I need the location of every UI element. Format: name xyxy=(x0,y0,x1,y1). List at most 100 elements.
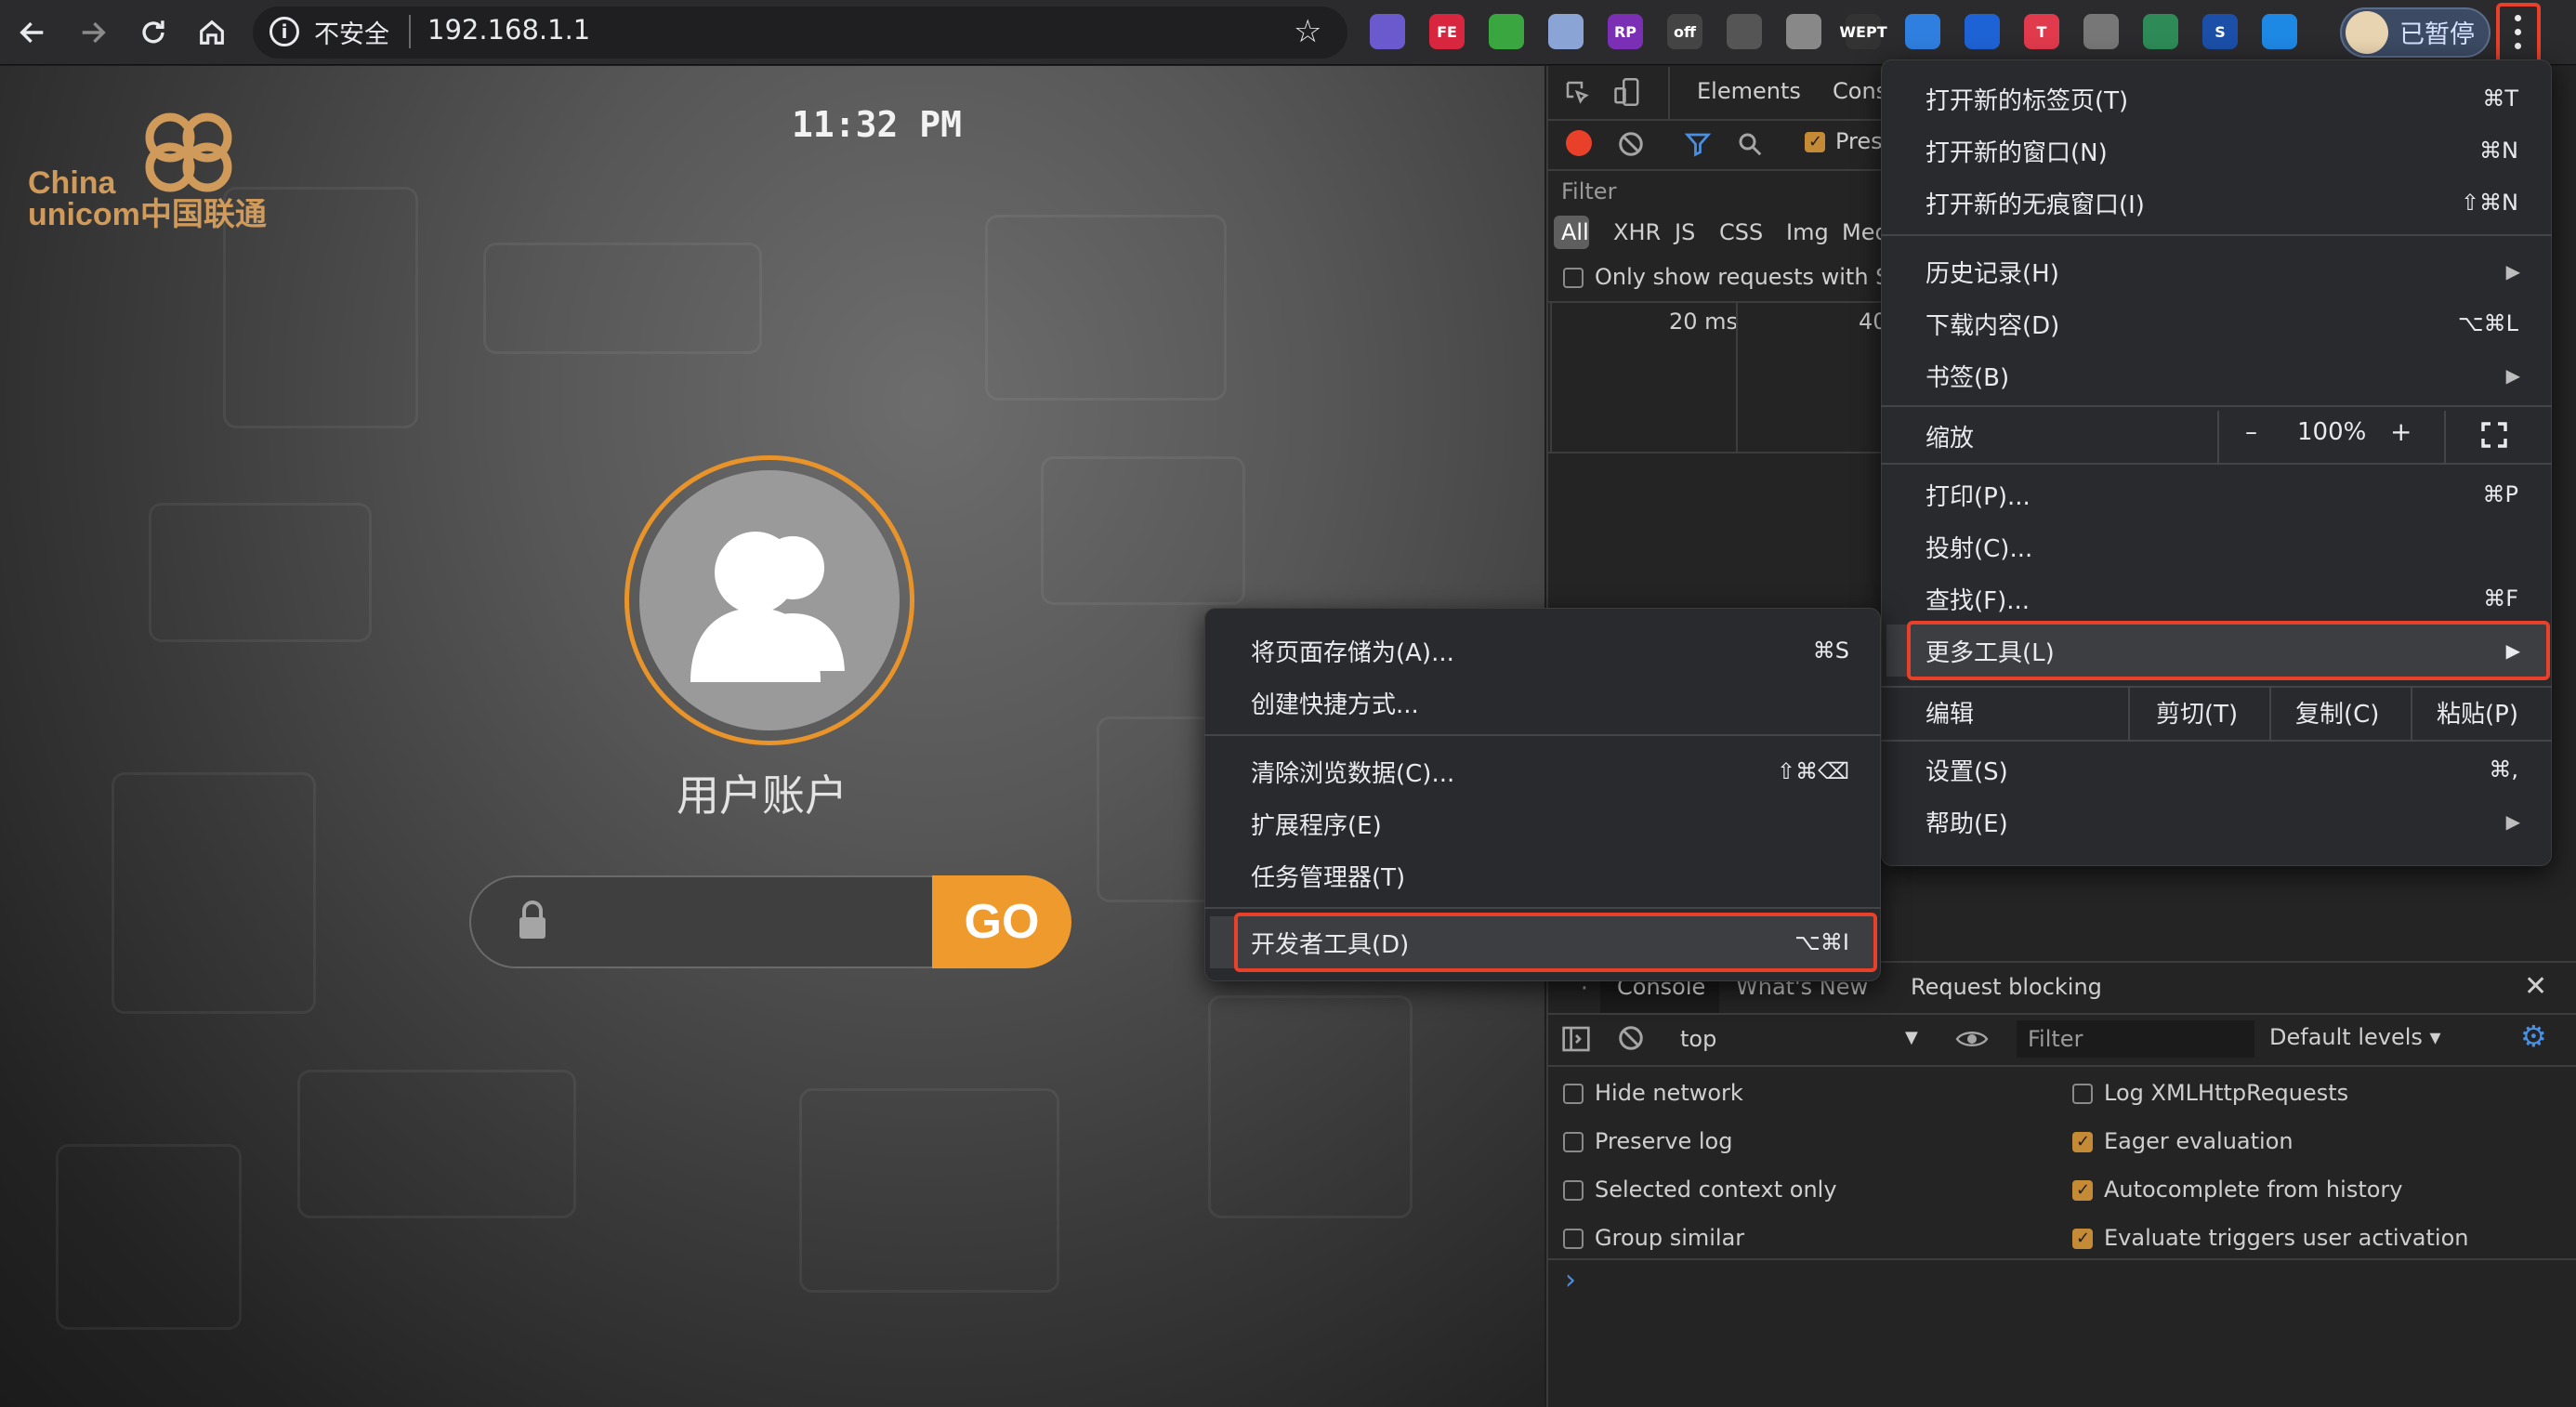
ext-leaf-icon[interactable] xyxy=(1489,14,1524,49)
cut-button[interactable]: 剪切(T) xyxy=(2156,695,2238,730)
submenu-item-clear-data[interactable]: 清除浏览数据(C)... ⇧⌘⌫ xyxy=(1204,747,1881,796)
ext-bulb-icon[interactable] xyxy=(2143,14,2178,49)
ext-disc-icon[interactable] xyxy=(1548,14,1584,49)
menu-item-print[interactable]: 打印(P)... ⌘P xyxy=(1881,470,2552,519)
home-button[interactable] xyxy=(189,9,235,56)
fullscreen-icon[interactable] xyxy=(2479,420,2509,450)
console-option-checkbox[interactable] xyxy=(2072,1084,2093,1104)
back-button[interactable] xyxy=(9,9,56,56)
console-option-label: Preserve log xyxy=(1595,1128,1733,1154)
ext-purple-icon[interactable] xyxy=(1370,14,1405,49)
zoom-in-button[interactable]: + xyxy=(2390,416,2412,447)
console-option-checkbox[interactable] xyxy=(1563,1132,1584,1152)
console-prompt[interactable]: › xyxy=(1565,1264,1576,1296)
zoom-out-button[interactable]: – xyxy=(2245,418,2257,446)
menu-item-history[interactable]: 历史记录(H) ▶ xyxy=(1881,247,2552,296)
reload-button[interactable] xyxy=(130,9,177,56)
console-option-checkbox[interactable] xyxy=(1563,1084,1584,1104)
console-option-checkbox[interactable] xyxy=(1563,1180,1584,1201)
menu-separator xyxy=(1204,734,1881,736)
submenu-item-task-manager[interactable]: 任务管理器(T) xyxy=(1204,851,1881,900)
network-filter-input[interactable]: Filter xyxy=(1561,178,1616,204)
menu-item-zoom: 缩放 xyxy=(1881,411,2552,461)
menu-item-bookmarks[interactable]: 书签(B) ▶ xyxy=(1881,351,2552,400)
device-toolbar-icon[interactable] xyxy=(1613,76,1641,108)
type-filter-xhr[interactable]: XHR xyxy=(1613,219,1661,245)
type-filter-all[interactable]: All xyxy=(1561,219,1589,245)
log-levels-dropdown[interactable]: Default levels ▾ xyxy=(2269,1024,2441,1050)
copy-button[interactable]: 复制(C) xyxy=(2295,695,2379,730)
menu-item-shortcut: ⌘N xyxy=(2479,138,2518,164)
logo-text-line1: China xyxy=(28,165,116,201)
clear-console-icon[interactable] xyxy=(1617,1024,1645,1052)
url-text[interactable]: 192.168.1.1 xyxy=(427,14,590,46)
ext-wept-icon[interactable]: WEPT xyxy=(1839,14,1887,49)
menu-item-help[interactable]: 帮助(E) ▶ xyxy=(1881,797,2552,846)
type-filter-css[interactable]: CSS xyxy=(1719,219,1763,245)
ext-pen-icon[interactable] xyxy=(2083,14,2119,49)
eye-icon[interactable] xyxy=(1955,1026,1989,1052)
address-bar[interactable] xyxy=(253,7,1347,59)
menu-item-new-window[interactable]: 打开新的窗口(N) ⌘N xyxy=(1881,126,2552,175)
go-button[interactable]: GO xyxy=(932,875,1071,968)
menu-item-find[interactable]: 查找(F)... ⌘F xyxy=(1881,574,2552,623)
menu-item-label: 设置(S) xyxy=(1925,757,2008,786)
divider xyxy=(1548,169,1883,171)
ext-vue-icon[interactable] xyxy=(1786,14,1821,49)
filter-icon[interactable] xyxy=(1684,130,1712,158)
menu-item-downloads[interactable]: 下载内容(D) ⌥⌘L xyxy=(1881,299,2552,348)
ext-screen-icon[interactable] xyxy=(2262,14,2297,49)
ext-fe-icon[interactable]: FE xyxy=(1429,14,1465,49)
divider xyxy=(1548,452,1883,454)
avatar xyxy=(2346,11,2388,54)
type-filter-js[interactable]: JS xyxy=(1675,219,1695,245)
preserve-log-checkbox[interactable] xyxy=(1805,132,1825,152)
console-option-checkbox[interactable] xyxy=(1563,1229,1584,1249)
submenu-item-save-page[interactable]: 将页面存储为(A)... ⌘S xyxy=(1204,626,1881,675)
chevron-down-icon[interactable]: ▼ xyxy=(1905,1028,1918,1047)
dev-tools-highlight xyxy=(1234,913,1877,972)
paste-button[interactable]: 粘贴(P) xyxy=(2437,695,2518,730)
ext-t-icon[interactable]: T xyxy=(2024,14,2059,49)
drawer-tab-request-blocking[interactable]: Request blocking xyxy=(1911,974,2102,1000)
ext-pocket-icon[interactable] xyxy=(1727,14,1762,49)
menu-item-label: 投射(C)... xyxy=(1925,534,2033,563)
zoom-value: 100% xyxy=(2297,418,2367,446)
ext-s-icon[interactable]: S xyxy=(2202,14,2238,49)
same-site-checkbox[interactable] xyxy=(1563,268,1584,288)
menu-item-label: 任务管理器(T) xyxy=(1251,863,1406,892)
close-drawer-icon[interactable]: ✕ xyxy=(2524,970,2547,1003)
tab-console[interactable]: Cons xyxy=(1833,78,1887,104)
menu-item-label: 查找(F)... xyxy=(1925,586,2031,615)
ext-dropbox-icon[interactable] xyxy=(1965,14,2000,49)
menu-separator xyxy=(1881,740,2552,742)
type-filter-img[interactable]: Img xyxy=(1786,219,1829,245)
menu-item-cast[interactable]: 投射(C)... xyxy=(1881,522,2552,571)
clear-icon[interactable] xyxy=(1617,130,1645,158)
search-icon[interactable] xyxy=(1736,130,1764,158)
security-label[interactable]: 不安全 xyxy=(314,14,389,50)
context-selector[interactable]: top xyxy=(1680,1026,1716,1052)
menu-item-settings[interactable]: 设置(S) ⌘, xyxy=(1881,745,2552,794)
menu-item-new-tab[interactable]: 打开新的标签页(T) ⌘T xyxy=(1881,74,2552,123)
ext-diamond-icon[interactable] xyxy=(1905,14,1940,49)
info-icon[interactable]: i xyxy=(269,17,299,46)
sidebar-toggle-icon[interactable] xyxy=(1561,1024,1591,1054)
more-vert-icon[interactable] xyxy=(2515,15,2522,54)
inspect-element-icon[interactable] xyxy=(1563,78,1591,106)
submenu-item-create-shortcut[interactable]: 创建快捷方式... xyxy=(1204,678,1881,727)
ext-off-icon[interactable]: off xyxy=(1667,14,1702,49)
clock: 11:32 PM xyxy=(792,104,963,145)
console-option-checkbox[interactable] xyxy=(2072,1229,2093,1249)
menu-item-shortcut: ⌘F xyxy=(2483,585,2518,611)
bookmark-star-icon[interactable]: ☆ xyxy=(1294,13,1321,50)
submenu-item-extensions[interactable]: 扩展程序(E) xyxy=(1204,799,1881,848)
console-option-checkbox[interactable] xyxy=(2072,1132,2093,1152)
forward-button[interactable] xyxy=(70,9,116,56)
menu-item-incognito[interactable]: 打开新的无痕窗口(I) ⇧⌘N xyxy=(1881,178,2552,227)
tab-elements[interactable]: Elements xyxy=(1697,78,1801,104)
ext-rp-icon[interactable]: RP xyxy=(1608,14,1643,49)
console-option-checkbox[interactable] xyxy=(2072,1180,2093,1201)
settings-gear-icon[interactable]: ⚙ xyxy=(2520,1019,2547,1054)
record-icon[interactable] xyxy=(1566,130,1592,156)
